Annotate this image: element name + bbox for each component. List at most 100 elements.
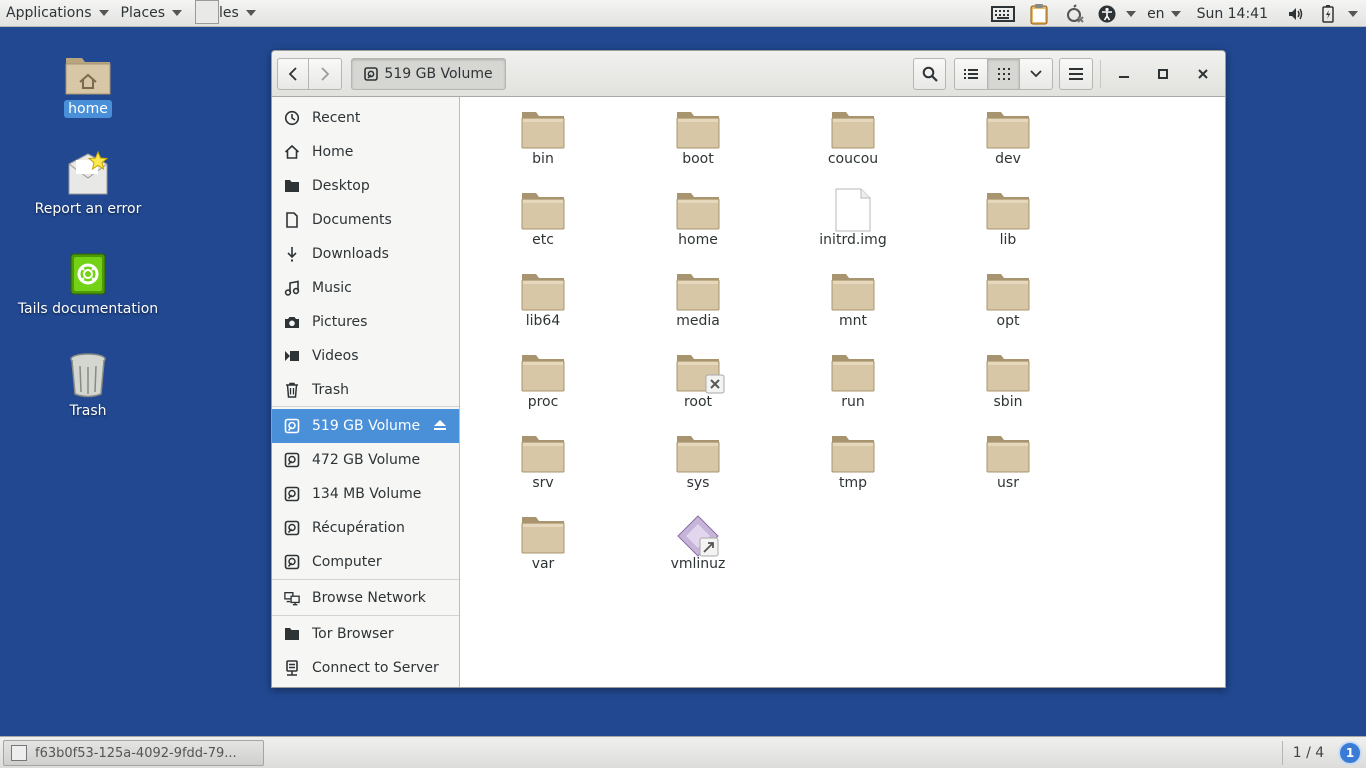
sidebar-item-pictures[interactable]: Pictures bbox=[272, 305, 459, 339]
minimize-button[interactable] bbox=[1108, 58, 1140, 90]
file-item-srv[interactable]: srv bbox=[483, 431, 603, 491]
maximize-button[interactable] bbox=[1147, 58, 1179, 90]
search-icon bbox=[922, 66, 938, 82]
folder-icon bbox=[829, 431, 877, 479]
clock[interactable]: Sun 14:41 bbox=[1197, 6, 1268, 22]
file-item-etc[interactable]: etc bbox=[483, 188, 603, 248]
file-item-vmlinuz[interactable]: vmlinuz bbox=[638, 512, 758, 572]
file-item-sbin[interactable]: sbin bbox=[948, 350, 1068, 410]
workspace-pager[interactable]: 1 / 4 bbox=[1282, 741, 1334, 765]
window-icon bbox=[11, 745, 27, 761]
documentation-icon bbox=[70, 253, 106, 295]
sidebar-item-tor-browser[interactable]: Tor Browser bbox=[272, 617, 459, 651]
sidebar-item-home[interactable]: Home bbox=[272, 135, 459, 169]
close-button[interactable] bbox=[1187, 58, 1219, 90]
language-menu[interactable]: en bbox=[1147, 6, 1181, 22]
chevron-down-icon bbox=[98, 10, 109, 16]
keyboard-icon[interactable] bbox=[989, 0, 1017, 27]
folder-icon bbox=[829, 107, 877, 155]
sidebar-item-472-gb-volume[interactable]: 472 GB Volume bbox=[272, 443, 459, 477]
file-item-bin[interactable]: bin bbox=[483, 107, 603, 167]
chevron-left-icon bbox=[288, 67, 297, 81]
grid-view-button[interactable] bbox=[987, 58, 1020, 90]
file-item-sys[interactable]: sys bbox=[638, 431, 758, 491]
grid-view-icon bbox=[997, 68, 1010, 80]
path-bar-current[interactable]: 519 GB Volume bbox=[351, 58, 506, 90]
desktop-icon-label: Tails documentation bbox=[17, 301, 159, 317]
notification-badge[interactable]: 1 bbox=[1338, 741, 1362, 765]
file-item-root[interactable]: root bbox=[638, 350, 758, 410]
camera-icon bbox=[284, 314, 300, 330]
sidebar-item-browse-network[interactable]: Browse Network bbox=[272, 581, 459, 615]
desktop-icon-home[interactable]: home bbox=[13, 52, 163, 118]
file-item-usr[interactable]: usr bbox=[948, 431, 1068, 491]
taskbar-window-button[interactable]: f63b0f53-125a-4092-9fdd-79... bbox=[3, 740, 264, 766]
accessibility-icon[interactable] bbox=[1097, 0, 1137, 27]
sidebar-item-desktop[interactable]: Desktop bbox=[272, 169, 459, 203]
file-item-boot[interactable]: boot bbox=[638, 107, 758, 167]
file-item-run[interactable]: run bbox=[793, 350, 913, 410]
tor-onion-icon[interactable] bbox=[1061, 0, 1089, 27]
folder-icon bbox=[519, 431, 567, 479]
sidebar-item-label: 519 GB Volume bbox=[312, 418, 421, 434]
file-item-var[interactable]: var bbox=[483, 512, 603, 572]
files-app-menu[interactable]: Files bbox=[188, 0, 262, 27]
view-options-button[interactable] bbox=[1019, 58, 1053, 90]
list-view-button[interactable] bbox=[954, 58, 988, 90]
file-item-opt[interactable]: opt bbox=[948, 269, 1068, 329]
folder-icon bbox=[984, 431, 1032, 479]
eject-icon[interactable] bbox=[433, 419, 447, 435]
clipboard-icon[interactable] bbox=[1025, 0, 1053, 27]
file-item-media[interactable]: media bbox=[638, 269, 758, 329]
applications-menu[interactable]: Applications bbox=[0, 0, 115, 27]
file-icon-view[interactable]: bin boot coucou dev etc home initrd.img lib lib6… bbox=[460, 97, 1225, 687]
home-icon bbox=[284, 144, 300, 160]
file-item-lib64[interactable]: lib64 bbox=[483, 269, 603, 329]
sidebar-item-documents[interactable]: Documents bbox=[272, 203, 459, 237]
desktop-icon-report-error[interactable]: Report an error bbox=[13, 150, 163, 218]
file-item-dev[interactable]: dev bbox=[948, 107, 1068, 167]
battery-icon[interactable] bbox=[1314, 0, 1342, 27]
file-item-lib[interactable]: lib bbox=[948, 188, 1068, 248]
forward-button[interactable] bbox=[309, 58, 342, 90]
sidebar-item-downloads[interactable]: Downloads bbox=[272, 237, 459, 271]
sidebar-item-videos[interactable]: Videos bbox=[272, 339, 459, 373]
folder-icon bbox=[984, 350, 1032, 398]
sidebar-item-trash[interactable]: Trash bbox=[272, 373, 459, 407]
clock-label: Sun 14:41 bbox=[1196, 5, 1268, 22]
file-item-tmp[interactable]: tmp bbox=[793, 431, 913, 491]
folder-icon bbox=[674, 269, 722, 317]
sidebar-item-connect-to-server[interactable]: Connect to Server bbox=[272, 651, 459, 685]
sidebar-item-519-gb-volume[interactable]: 519 GB Volume bbox=[272, 409, 459, 443]
sidebar-item-computer[interactable]: Computer bbox=[272, 545, 459, 579]
places-sidebar: Recent Home Desktop Documents Downloads Music… bbox=[272, 97, 460, 687]
file-item-home[interactable]: home bbox=[638, 188, 758, 248]
file-item-coucou[interactable]: coucou bbox=[793, 107, 913, 167]
sidebar-item-recuperation[interactable]: Récupération bbox=[272, 511, 459, 545]
desktop-icon-trash[interactable]: Trash bbox=[13, 352, 163, 420]
desktop-icon-label: Trash bbox=[69, 403, 107, 419]
sidebar-item-134-mb-volume[interactable]: 134 MB Volume bbox=[272, 477, 459, 511]
file-item-mnt[interactable]: mnt bbox=[793, 269, 913, 329]
sidebar-item-music[interactable]: Music bbox=[272, 271, 459, 305]
video-icon bbox=[284, 348, 300, 364]
system-menu-icon[interactable] bbox=[1344, 0, 1362, 27]
file-item-proc[interactable]: proc bbox=[483, 350, 603, 410]
sidebar-item-label: Documents bbox=[312, 212, 392, 228]
menu-button[interactable] bbox=[1059, 58, 1093, 90]
file-item-initrd-img[interactable]: initrd.img bbox=[793, 188, 913, 248]
volume-icon[interactable] bbox=[1282, 0, 1310, 27]
places-menu[interactable]: Places bbox=[115, 0, 189, 27]
desktop-icon-label: home bbox=[64, 100, 112, 118]
desktop-icon-tails-documentation[interactable]: Tails documentation bbox=[13, 252, 163, 318]
sidebar-item-recent[interactable]: Recent bbox=[272, 101, 459, 135]
folder-icon bbox=[829, 350, 877, 398]
close-icon bbox=[1198, 69, 1208, 79]
search-button[interactable] bbox=[913, 58, 946, 90]
back-button[interactable] bbox=[277, 58, 309, 90]
workspace-pager-label: 1 / 4 bbox=[1292, 745, 1325, 761]
sidebar-separator bbox=[272, 579, 459, 580]
folder-icon bbox=[284, 178, 300, 194]
sidebar-item-label: Recent bbox=[312, 110, 361, 126]
language-label: en bbox=[1147, 5, 1165, 22]
